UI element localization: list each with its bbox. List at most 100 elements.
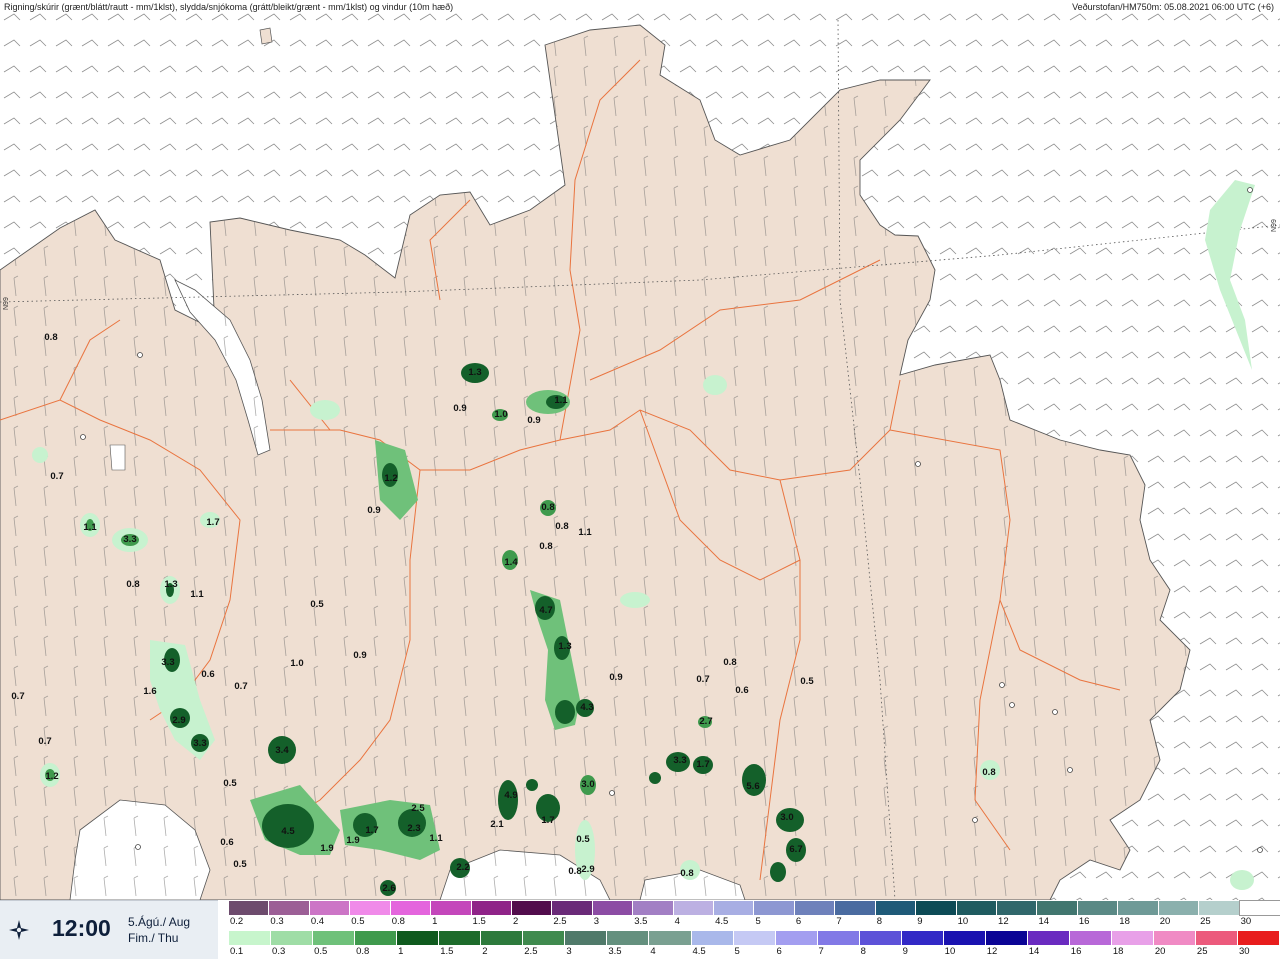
precip-value-label: 1.1	[190, 589, 204, 600]
grid-label-right: N99	[1271, 219, 1278, 232]
precip-value-label: 0.6	[735, 685, 748, 696]
legend-label: 0.1	[230, 946, 244, 957]
legend-label: 1.5	[472, 916, 486, 927]
precip-value-label: 0.7	[11, 691, 24, 702]
legend-label: 12	[986, 946, 998, 957]
legend-swatch	[511, 901, 553, 915]
time-info-panel: 12:00 5.Ágú./ Aug Fim./ Thu	[0, 900, 218, 959]
legend-label: 10	[957, 916, 969, 927]
legend-swatch	[350, 901, 391, 915]
legend-swatch	[794, 901, 836, 915]
legend-label: 0.8	[391, 916, 405, 927]
legend-swatch	[229, 901, 270, 915]
legend-swatch	[1199, 901, 1240, 915]
legend-swatch	[313, 931, 356, 945]
forecast-date-line1: 5.Ágú./ Aug	[128, 915, 191, 929]
precip-value-label: 0.8	[541, 502, 554, 513]
legend-label: 3.5	[634, 916, 648, 927]
legend-swatch	[817, 931, 860, 945]
precip-value-label: 1.2	[45, 771, 58, 782]
precip-value-label: 1.1	[554, 395, 568, 406]
precip-value-label: 1.7	[696, 759, 709, 770]
compass-icon	[9, 920, 29, 940]
legend-label: 1	[398, 946, 404, 957]
legend-label: 4.5	[715, 916, 729, 927]
precip-value-label: 2.6	[382, 883, 395, 894]
legend-label: 2	[512, 916, 519, 927]
precip-value-label: 0.8	[982, 767, 995, 778]
precip-value-label: 3.0	[780, 812, 793, 823]
legend-swatch	[673, 901, 715, 915]
legend-label: 1	[432, 916, 438, 927]
precip-value-label: 2.7	[699, 716, 712, 727]
precip-value-label: 2.9	[172, 715, 185, 726]
legend-swatch	[1037, 901, 1078, 915]
precip-value-label: 1.0	[290, 658, 303, 669]
legend-swatch	[355, 931, 398, 945]
legend-label: 8	[876, 916, 883, 927]
precip-value-label: 2.2	[456, 862, 469, 873]
legend-label: 9	[902, 946, 908, 957]
legend-label: 0.5	[314, 946, 328, 957]
precip-value-label: 0.9	[609, 672, 622, 683]
legend-swatch	[552, 901, 593, 915]
legend-swatch	[1154, 931, 1197, 945]
legend-label: 30	[1240, 916, 1252, 927]
legend-label: 3.5	[608, 946, 622, 957]
precip-value-label: 0.7	[696, 674, 709, 685]
legend-swatch	[269, 901, 310, 915]
legend-swatch	[439, 931, 482, 945]
legend-label: 25	[1196, 946, 1208, 957]
precip-value-label: 0.8	[555, 521, 568, 532]
precip-value-label: 1.7	[206, 517, 219, 528]
legend-label: 2	[482, 946, 488, 957]
legend-swatch	[916, 901, 957, 915]
precip-value-label: 1.1	[83, 522, 97, 533]
legend-label: 9	[917, 916, 923, 927]
legend-swatch	[592, 901, 634, 915]
legend-label: 6	[795, 916, 802, 927]
legend-label: 3	[566, 946, 572, 957]
legend-label: 7	[818, 946, 824, 957]
legend-label: 16	[1078, 916, 1090, 927]
precip-value-label: 1.3	[558, 641, 571, 652]
legend-swatch	[607, 931, 650, 945]
legend-label: 0.4	[310, 916, 325, 927]
precip-value-label: 0.5	[310, 599, 324, 610]
legend-swatch	[390, 901, 432, 915]
legend-label: 20	[1159, 916, 1171, 927]
precip-value-label: 1.7	[365, 825, 378, 836]
precip-value-label: 0.7	[50, 471, 63, 482]
legend-swatch	[523, 931, 566, 945]
legend-swatch	[875, 901, 917, 915]
legend-label: 5	[755, 916, 761, 927]
legend-swatch	[714, 901, 755, 915]
precip-value-label: 3.4	[275, 745, 289, 756]
legend-label: 8	[860, 946, 866, 957]
legend-swatch	[775, 931, 818, 945]
precip-value-label: 0.8	[126, 579, 139, 590]
legend-swatch	[997, 901, 1038, 915]
legend-swatch	[471, 901, 512, 915]
precip-value-label: 3.3	[123, 534, 136, 545]
grid-label-left: N99	[3, 297, 10, 310]
legend-swatch	[1196, 931, 1239, 945]
legend-label: 30	[1238, 946, 1250, 957]
legend-swatch	[1158, 901, 1200, 915]
legend-swatch	[431, 901, 472, 915]
precip-value-label: 1.0	[494, 409, 507, 420]
legend-swatch	[481, 931, 524, 945]
legend-swatch	[1238, 931, 1280, 945]
legend-label: 18	[1119, 916, 1130, 927]
weather-map[interactable]: N99 N99 0.8 0.7 1.1 3.3 1.7 0.8 1.3 1.1 0.5 1.0 0.…	[0, 0, 1280, 900]
precip-value-label: 4.5	[281, 826, 295, 837]
legend-label: 4	[674, 916, 680, 927]
precip-value-label: 4.7	[539, 605, 552, 616]
legend-label: 12	[998, 916, 1009, 927]
legend-label: 0.5	[351, 916, 365, 927]
precip-value-label: 0.8	[680, 868, 693, 879]
legend-label: 7	[836, 916, 842, 927]
legend-swatch	[649, 931, 692, 945]
precip-value-label: 2.3	[407, 823, 420, 834]
precip-value-label: 4.3	[580, 702, 593, 713]
